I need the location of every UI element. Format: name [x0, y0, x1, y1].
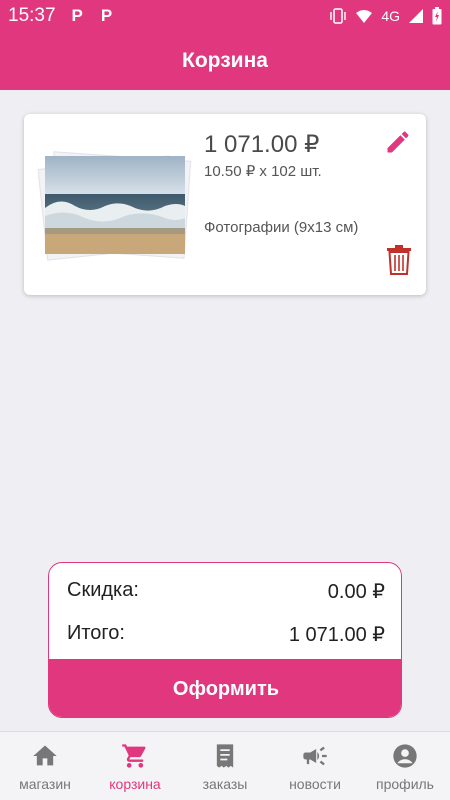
app-notification-icon: Р — [71, 6, 83, 25]
wifi-icon — [356, 9, 373, 23]
status-time: 15:37 — [8, 5, 56, 26]
checkout-button[interactable]: Оформить — [49, 659, 401, 717]
total-value: 1 071.00 ₽ — [288, 624, 385, 646]
discount-value: 0.00 ₽ — [327, 581, 385, 603]
cart-icon — [122, 744, 146, 768]
item-quantity: 10.50 ₽ x 102 шт. — [204, 163, 322, 180]
discount-label: Скидка: — [67, 579, 139, 601]
nav-label-shop: магазин — [19, 776, 71, 792]
status-bar: 15:37 Р Р 4G — [0, 0, 450, 32]
bottom-navigation: магазин корзина заказы новости профиль — [0, 731, 450, 800]
receipt-icon — [216, 744, 234, 768]
edit-item-button[interactable] — [384, 128, 412, 156]
network-type: 4G — [381, 8, 400, 24]
signal-icon — [409, 9, 423, 23]
item-product-type: Фотографии (9x13 см) — [204, 219, 359, 236]
delete-item-button[interactable] — [386, 244, 412, 276]
total-row: Итого: 1 071.00 ₽ — [67, 622, 385, 647]
nav-item-shop[interactable]: магазин — [0, 732, 90, 800]
profile-icon — [393, 744, 417, 768]
order-summary: Скидка: 0.00 ₽ Итого: 1 071.00 ₽ Оформит… — [48, 562, 402, 718]
nav-label-news: новости — [289, 776, 341, 792]
nav-label-orders: заказы — [202, 776, 248, 792]
app-notification-icon-2: Р — [100, 6, 113, 25]
cart-item-card[interactable]: 1 071.00 ₽ 10.50 ₽ x 102 шт. Фотографии … — [24, 114, 426, 295]
nav-item-news[interactable]: новости — [270, 732, 360, 800]
megaphone-icon — [303, 746, 327, 766]
beach-photo — [45, 156, 185, 254]
nav-item-profile[interactable]: профиль — [360, 732, 450, 800]
edit-pencil-icon — [387, 131, 409, 153]
battery-charging-icon — [432, 7, 442, 25]
trash-icon — [387, 245, 411, 275]
nav-item-orders[interactable]: заказы — [180, 732, 270, 800]
vibrate-icon — [330, 8, 347, 24]
status-icons: 4G — [329, 7, 442, 25]
total-label: Итого: — [67, 622, 125, 644]
product-image — [37, 150, 192, 261]
item-price: 1 071.00 ₽ — [204, 131, 320, 158]
nav-label-profile: профиль — [376, 776, 434, 792]
page-title: Корзина — [182, 49, 268, 72]
nav-item-cart[interactable]: корзина — [90, 732, 180, 800]
home-icon — [33, 745, 57, 766]
nav-label-cart: корзина — [109, 776, 161, 792]
discount-row: Скидка: 0.00 ₽ — [67, 579, 385, 604]
app-bar: Корзина — [0, 32, 450, 90]
